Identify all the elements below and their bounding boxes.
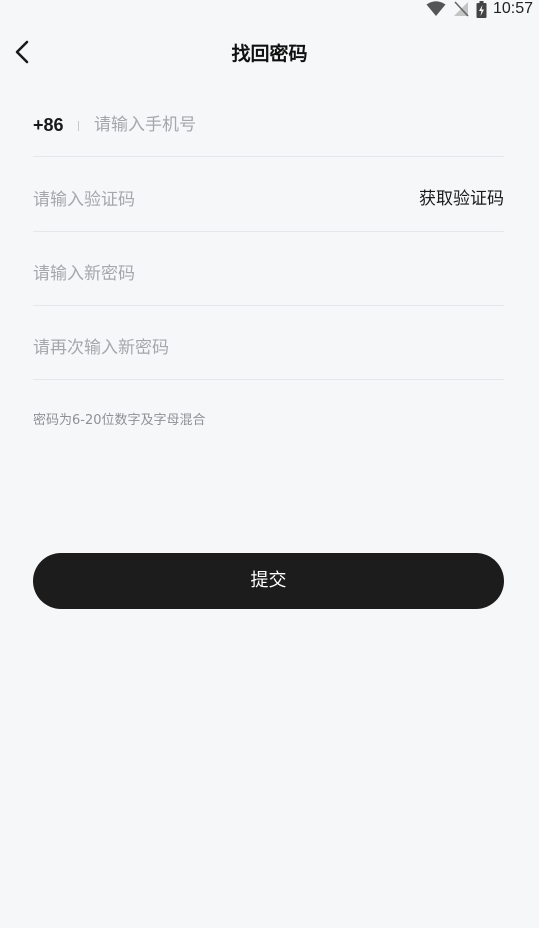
new-password-input[interactable]	[33, 261, 473, 287]
wifi-icon	[426, 1, 446, 16]
confirm-password-row	[33, 305, 504, 380]
country-code-divider	[78, 121, 79, 131]
battery-charging-icon	[476, 0, 487, 18]
status-time: 10:57	[492, 0, 533, 17]
status-icons: 10:57	[426, 0, 533, 18]
page-title: 找回密码	[231, 43, 308, 65]
submit-button[interactable]: 提交	[33, 553, 504, 609]
navigation-bar: 找回密码	[0, 28, 539, 78]
get-code-button[interactable]: 获取验证码	[419, 188, 504, 210]
no-signal-icon	[453, 1, 469, 17]
confirm-password-input[interactable]	[33, 335, 473, 361]
password-hint: 密码为6-20位数字及字母混合	[33, 413, 206, 428]
phone-input[interactable]	[94, 112, 494, 138]
verification-code-row: 获取验证码	[33, 157, 504, 232]
new-password-row	[33, 231, 504, 306]
verification-code-input[interactable]	[33, 187, 333, 213]
status-bar: 10:57	[0, 0, 539, 18]
phone-row: +86	[33, 90, 504, 157]
country-code-selector[interactable]: +86	[33, 114, 64, 136]
